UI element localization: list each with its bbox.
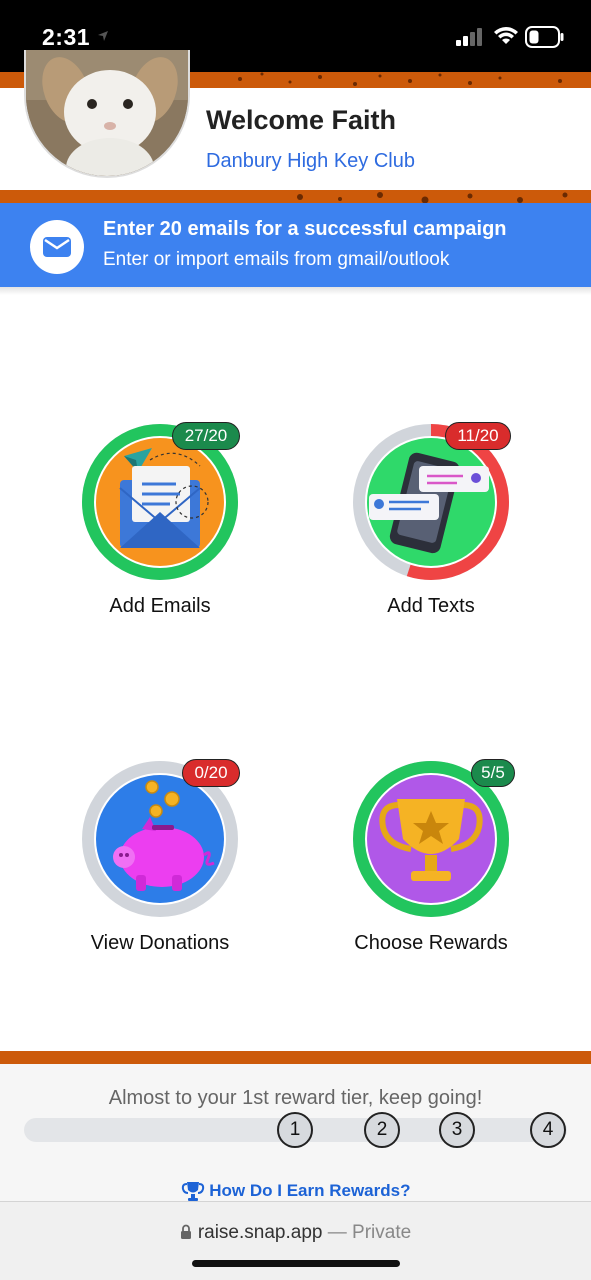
banner-title: Enter 20 emails for a successful campaig… xyxy=(103,218,507,240)
envelope-icon xyxy=(30,220,84,274)
reward-tier-1[interactable]: 1 xyxy=(277,1112,313,1148)
lock-icon xyxy=(180,1224,191,1239)
private-mode-label: — Private xyxy=(327,1222,412,1243)
url-host: raise.snap.app xyxy=(197,1222,323,1243)
welcome-heading: Welcome Faith xyxy=(206,105,397,135)
browser-url-bar[interactable]: raise.snap.app — Private xyxy=(0,1201,591,1280)
banner-subtitle: Enter or import emails from gmail/outloo… xyxy=(103,249,450,270)
how-earn-rewards-text: How Do I Earn Rewards? xyxy=(209,1181,411,1200)
reward-progress-text: Almost to your 1st reward tier, keep goi… xyxy=(108,1087,483,1109)
how-earn-rewards-link[interactable]: How Do I Earn Rewards? xyxy=(0,1180,591,1202)
trophy-small-icon xyxy=(181,1182,204,1201)
email-campaign-banner[interactable]: Enter 20 emails for a successful campaig… xyxy=(0,203,591,287)
wifi-icon xyxy=(494,27,518,44)
reward-tier-4[interactable]: 4 xyxy=(530,1112,566,1148)
view-donations-label: View Donations xyxy=(90,932,230,954)
add-texts-label: Add Texts xyxy=(387,595,475,617)
choose-rewards-tile[interactable]: 5/5 Choose Rewards xyxy=(331,759,531,989)
reward-tier-3[interactable]: 3 xyxy=(439,1112,475,1148)
status-time: 2:31 xyxy=(42,24,91,50)
header-pattern-band-bottom xyxy=(0,190,591,204)
donations-count-badge: 0/20 xyxy=(182,759,240,787)
rewards-count-badge: 5/5 xyxy=(471,759,515,787)
reward-tier-2[interactable]: 2 xyxy=(364,1112,400,1148)
footer-band xyxy=(0,1051,591,1064)
cellular-signal-icon xyxy=(456,28,482,46)
add-texts-tile[interactable]: 11/20 Add Texts xyxy=(331,422,531,652)
texts-count-badge: 11/20 xyxy=(445,422,511,450)
club-link[interactable]: Danbury High Key Club xyxy=(206,150,415,173)
choose-rewards-label: Choose Rewards xyxy=(354,932,508,954)
emails-count-badge: 27/20 xyxy=(172,422,240,450)
banner-shadow xyxy=(0,287,591,295)
add-emails-label: Add Emails xyxy=(109,595,211,617)
add-emails-tile[interactable]: 27/20 Add Emails xyxy=(60,422,260,652)
view-donations-tile[interactable]: 0/20 View Donations xyxy=(60,759,260,989)
battery-icon xyxy=(525,26,564,48)
home-indicator[interactable] xyxy=(192,1260,400,1267)
url-display[interactable]: raise.snap.app — Private xyxy=(0,1222,591,1244)
location-arrow-icon xyxy=(98,31,108,41)
